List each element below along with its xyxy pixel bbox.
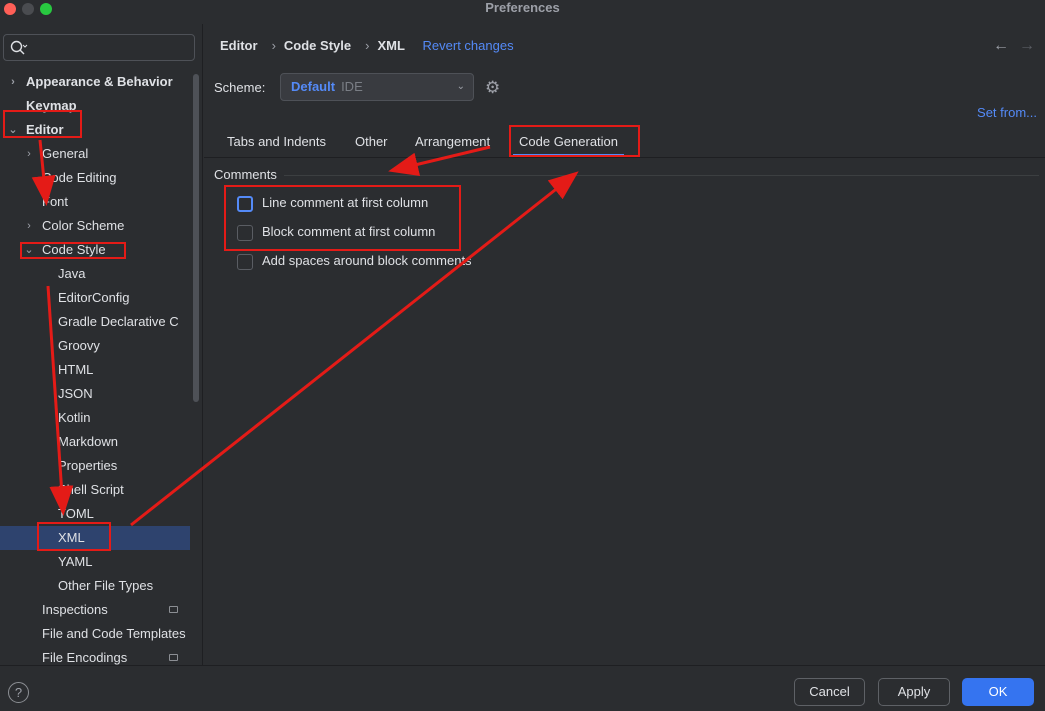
sidebar-item-label: Groovy	[58, 338, 100, 353]
sidebar-item-yaml[interactable]: YAML	[0, 550, 190, 574]
tab-other[interactable]: Other	[355, 134, 388, 149]
sidebar-item-label: Kotlin	[58, 410, 91, 425]
chevron-right-icon: ›	[27, 148, 31, 160]
sidebar-item-label: Other File Types	[58, 578, 154, 593]
tab-tabs-and-indents[interactable]: Tabs and Indents	[227, 134, 326, 149]
set-from-link[interactable]: Set from...	[977, 105, 1037, 120]
gear-icon[interactable]: ⚙	[485, 78, 500, 98]
scheme-label: Scheme:	[214, 80, 266, 95]
tab-arrangement[interactable]: Arrangement	[415, 134, 490, 149]
forward-arrow-icon[interactable]: →	[1019, 37, 1035, 54]
sidebar-item-kotlin[interactable]: Kotlin	[0, 406, 190, 430]
breadcrumb-xml: XML	[377, 38, 405, 53]
sidebar-item-label: Font	[42, 194, 69, 209]
cancel-button[interactable]: Cancel	[794, 678, 865, 706]
annotation-box-xml	[37, 522, 111, 551]
maximize-window-button[interactable]	[40, 3, 52, 15]
project-level-icon	[169, 606, 178, 613]
checkbox-box[interactable]	[237, 253, 253, 270]
apply-button[interactable]: Apply	[878, 678, 950, 706]
sidebar-item-shell-script[interactable]: Shell Script	[0, 478, 190, 502]
sidebar-item-html[interactable]: HTML	[0, 358, 190, 382]
sidebar-item-markdown[interactable]: Markdown	[0, 430, 190, 454]
annotation-box-code-generation	[509, 125, 640, 157]
settings-main-panel: Editor › Code Style › XML Revert changes ← → …	[204, 24, 1045, 665]
sidebar-item-json[interactable]: JSON	[0, 382, 190, 406]
sidebar-item-label: HTML	[58, 362, 94, 377]
sidebar-item-code-editing[interactable]: Code Editing	[0, 166, 190, 190]
sidebar-item-label: Gradle Declarative C	[58, 314, 179, 329]
add-spaces-block-comments-checkbox[interactable]: Add spaces around block comments	[237, 252, 472, 272]
sidebar-item-other-file-types[interactable]: Other File Types	[0, 574, 190, 598]
search-icon	[10, 40, 28, 55]
sidebar-item-label: Java	[58, 266, 86, 281]
ok-button[interactable]: OK	[962, 678, 1034, 706]
sidebar-item-general[interactable]: › General	[0, 142, 190, 166]
minimize-window-button[interactable]	[22, 3, 34, 15]
sidebar-item-java[interactable]: Java	[0, 262, 190, 286]
revert-changes-link[interactable]: Revert changes	[423, 38, 514, 53]
comments-divider	[284, 175, 1039, 176]
sidebar-item-properties[interactable]: Properties	[0, 454, 190, 478]
breadcrumb-separator-icon: ›	[365, 38, 370, 53]
chevron-down-icon: ⌄	[456, 81, 465, 92]
navigation-arrows: ← →	[983, 37, 1035, 55]
help-icon[interactable]: ?	[8, 682, 29, 703]
settings-search-input[interactable]	[3, 34, 195, 61]
annotation-box-comment-options	[224, 185, 461, 251]
sidebar-item-label: Properties	[58, 458, 118, 473]
breadcrumb-editor[interactable]: Editor	[220, 38, 258, 53]
sidebar-item-editorconfig[interactable]: EditorConfig	[0, 286, 190, 310]
chevron-right-icon: ›	[27, 220, 31, 232]
window-title: Preferences	[485, 0, 560, 15]
sidebar-item-label: EditorConfig	[58, 290, 130, 305]
breadcrumb-separator-icon: ›	[271, 38, 276, 53]
sidebar-item-groovy[interactable]: Groovy	[0, 334, 190, 358]
sidebar-item-label: JSON	[58, 386, 93, 401]
scheme-suffix: IDE	[341, 79, 363, 94]
comments-group-title: Comments	[214, 167, 277, 182]
sidebar-scrollbar[interactable]	[193, 74, 199, 402]
sidebar-item-color-scheme[interactable]: › Color Scheme	[0, 214, 190, 238]
sidebar-item-label: YAML	[58, 554, 93, 569]
sidebar-item-label: Code Editing	[42, 170, 117, 185]
sidebar-item-label: Shell Script	[58, 482, 124, 497]
sidebar-item-font[interactable]: Font	[0, 190, 190, 214]
chevron-right-icon: ›	[11, 76, 15, 88]
breadcrumb-code-style[interactable]: Code Style	[284, 38, 351, 53]
sidebar-item-label: Inspections	[42, 602, 108, 617]
sidebar-item-label: Markdown	[58, 434, 118, 449]
sidebar-item-label: Appearance & Behavior	[26, 74, 173, 89]
breadcrumb: Editor › Code Style › XML Revert changes	[220, 38, 520, 53]
close-window-button[interactable]	[4, 3, 16, 15]
sidebar-item-appearance-behavior[interactable]: › Appearance & Behavior	[0, 70, 190, 94]
sidebar-item-label: General	[42, 146, 89, 161]
sidebar-item-gradle-declarative[interactable]: Gradle Declarative C	[0, 310, 190, 334]
sidebar-item-file-code-templates[interactable]: File and Code Templates	[0, 622, 190, 646]
scheme-value: Default	[291, 79, 336, 94]
scheme-dropdown[interactable]: Default IDE ⌄	[280, 73, 474, 101]
checkbox-label: Add spaces around block comments	[262, 253, 472, 268]
project-level-icon	[169, 654, 178, 661]
annotation-box-code-style	[20, 242, 126, 259]
sidebar-item-inspections[interactable]: Inspections	[0, 598, 190, 622]
dialog-footer: ? Cancel Apply OK	[0, 665, 1045, 711]
sidebar-item-label: File and Code Templates	[42, 626, 186, 641]
title-bar: Preferences	[0, 0, 1045, 16]
sidebar-item-label: Color Scheme	[42, 218, 125, 233]
back-arrow-icon[interactable]: ←	[993, 37, 1009, 54]
annotation-box-editor	[3, 110, 82, 138]
